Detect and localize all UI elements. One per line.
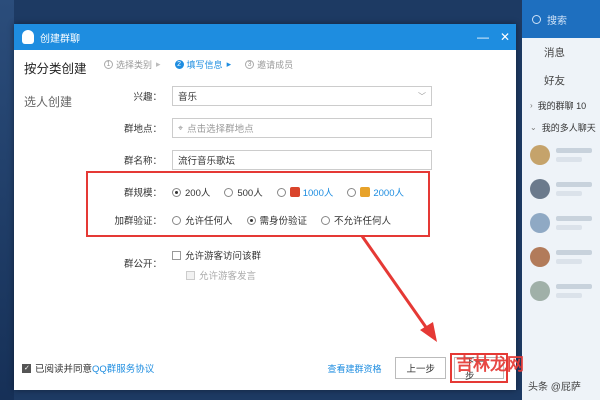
location-field[interactable]: ⌖ 点击选择群地点	[172, 118, 432, 138]
view-qualification-link[interactable]: 查看建群资格	[327, 362, 381, 375]
watermark: 吉林龙网	[456, 355, 524, 375]
chevron-down-icon: ﹀	[418, 91, 426, 101]
qq-main-panel: 搜索 消息 好友 › 我的群聊 10 ⌄ 我的多人聊天	[522, 0, 600, 400]
location-pin-icon: ⌖	[178, 122, 184, 133]
qq-search-bar[interactable]: 搜索	[522, 0, 600, 38]
group-name-label: 群名称：	[123, 156, 162, 167]
svip-badge-icon	[360, 187, 371, 197]
list-item[interactable]	[522, 138, 600, 172]
dialog-title: 创建群聊	[40, 33, 80, 45]
verify-option-anyone[interactable]: 允许任何人	[172, 213, 233, 227]
tab-friends[interactable]: 好友	[522, 66, 600, 94]
verify-option-nobody[interactable]: 不允许任何人	[321, 213, 391, 227]
list-item[interactable]	[522, 172, 600, 206]
group-category-multi-chat[interactable]: ⌄ 我的多人聊天	[522, 116, 600, 138]
group-name-input[interactable]: 流行音乐歌坛	[172, 150, 432, 170]
avatar	[530, 179, 550, 199]
watermark-sub: 头条 @屁萨	[528, 382, 581, 393]
list-item[interactable]	[522, 274, 600, 308]
step-select-category: 1 选择类别 ▸	[104, 58, 161, 71]
verify-option-identity[interactable]: 需身份验证	[246, 213, 307, 227]
search-icon	[532, 14, 541, 24]
avatar	[530, 145, 550, 165]
list-item[interactable]	[522, 206, 600, 240]
avatar	[530, 213, 550, 233]
dialog-footer: 已阅读并同意 QQ群服务协议 查看建群资格 上一步 下一步	[14, 346, 516, 390]
vip-badge-icon	[289, 187, 300, 197]
group-category-my-groups[interactable]: › 我的群聊 10	[522, 94, 600, 116]
scale-option-1000[interactable]: 1000人	[276, 185, 333, 199]
interest-select[interactable]: 音乐 ﹀	[172, 86, 432, 106]
interest-label: 兴趣：	[133, 92, 162, 103]
agree-text: 已阅读并同意	[35, 364, 93, 375]
prev-button[interactable]: 上一步	[395, 357, 446, 379]
scale-label: 群规模：	[123, 188, 162, 199]
service-agreement-link[interactable]: QQ群服务协议	[92, 361, 154, 375]
scale-option-200[interactable]: 200人	[172, 185, 210, 199]
sidebar-item-by-people[interactable]: 选人创建	[14, 84, 96, 118]
agree-checkbox[interactable]	[22, 363, 35, 373]
highlight-box	[86, 171, 430, 237]
verify-label: 加群验证：	[114, 216, 162, 227]
public-label: 群公开：	[123, 259, 162, 270]
step-invite-members: 3 邀请成员	[245, 58, 293, 71]
sidebar: 按分类创建 选人创建	[14, 50, 96, 390]
avatar	[530, 281, 550, 301]
step-indicator: 1 选择类别 ▸ 2 填写信息 ▸ 3 邀请成员	[104, 58, 307, 71]
dialog-titlebar: 创建群聊 — ✕	[14, 24, 516, 50]
qq-logo-icon	[22, 30, 34, 44]
location-label: 群地点：	[123, 124, 162, 135]
allow-visitors-checkbox[interactable]: 允许游客访问该群	[172, 248, 261, 262]
allow-visitors-speak-checkbox[interactable]: 允许游客发言	[186, 268, 261, 282]
minimize-button[interactable]: —	[472, 24, 494, 50]
desktop-background	[0, 0, 14, 400]
scale-option-500[interactable]: 500人	[224, 185, 263, 199]
step-fill-info: 2 填写信息 ▸	[174, 58, 231, 71]
close-button[interactable]: ✕	[494, 24, 516, 50]
sidebar-item-by-category[interactable]: 按分类创建	[14, 50, 96, 84]
tab-messages[interactable]: 消息	[522, 38, 600, 66]
create-group-dialog: 创建群聊 — ✕ 按分类创建 选人创建 1 选择类别 ▸ 2 填写信息 ▸ 3 邀请成员 …	[14, 24, 516, 390]
avatar	[530, 247, 550, 267]
list-item[interactable]	[522, 240, 600, 274]
agreement: 已阅读并同意 QQ群服务协议	[22, 361, 154, 375]
scale-option-2000[interactable]: 2000人	[347, 185, 404, 199]
